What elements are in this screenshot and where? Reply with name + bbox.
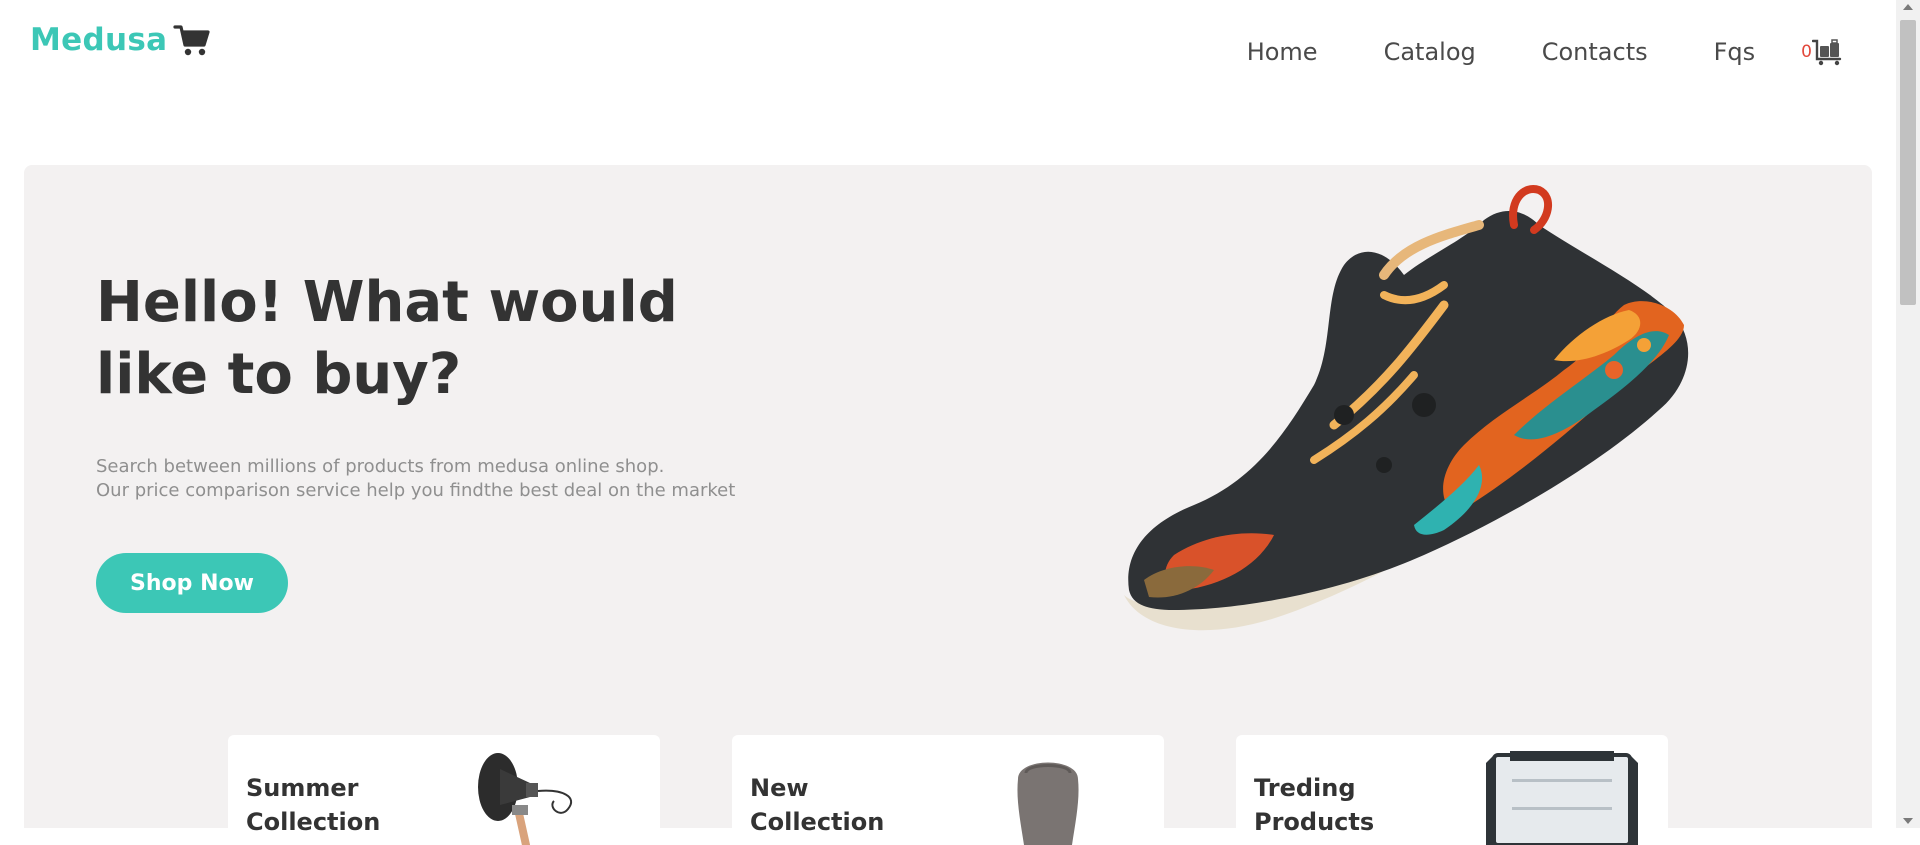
card-title: Summer Collection: [246, 774, 381, 836]
hero-banner: Hello! What would like to buy? Search be…: [24, 165, 1872, 845]
page-scrollbar[interactable]: [1896, 0, 1920, 828]
card-title: Treding Products: [1254, 774, 1375, 836]
nav-catalog[interactable]: Catalog: [1384, 38, 1476, 66]
nav-home[interactable]: Home: [1247, 38, 1318, 66]
cart-count-badge: 0: [1801, 42, 1812, 62]
scrollbar-thumb[interactable]: [1900, 20, 1916, 305]
logo-text: Medusa: [30, 22, 168, 58]
main-nav: Home Catalog Contacts Fqs 0: [1181, 38, 1842, 66]
sneaker-image: [1124, 185, 1689, 631]
scroll-down-arrow-icon[interactable]: [1903, 818, 1913, 824]
scroll-up-arrow-icon[interactable]: [1903, 4, 1913, 10]
shop-now-button[interactable]: Shop Now: [96, 553, 288, 613]
category-card-trending[interactable]: Treding Products: [1236, 735, 1668, 845]
hero-title: Hello! What would like to buy?: [96, 270, 678, 407]
nav-fqs[interactable]: Fqs: [1714, 38, 1756, 66]
category-card-new[interactable]: New Collection: [732, 735, 1164, 845]
hero-description-line-2: Our price comparison service help you fi…: [96, 480, 736, 501]
card-title: New Collection: [750, 774, 885, 836]
luggage-cart-icon: [1812, 39, 1842, 66]
category-card-summer[interactable]: Summer Collection: [228, 735, 660, 845]
logo[interactable]: Medusa: [30, 22, 211, 58]
nav-contacts[interactable]: Contacts: [1542, 38, 1648, 66]
chair-image: [1017, 762, 1079, 845]
hero-description: Search between millions of products from…: [96, 455, 856, 503]
shopping-cart-icon: [173, 25, 210, 56]
lamp-image: [478, 753, 573, 845]
site-header: Medusa Home Catalog Contacts Fqs 0: [0, 0, 1896, 110]
cart-button[interactable]: 0: [1801, 38, 1842, 66]
hero-description-line-1: Search between millions of products from…: [96, 456, 665, 477]
refrigerator-image: [1486, 751, 1638, 845]
